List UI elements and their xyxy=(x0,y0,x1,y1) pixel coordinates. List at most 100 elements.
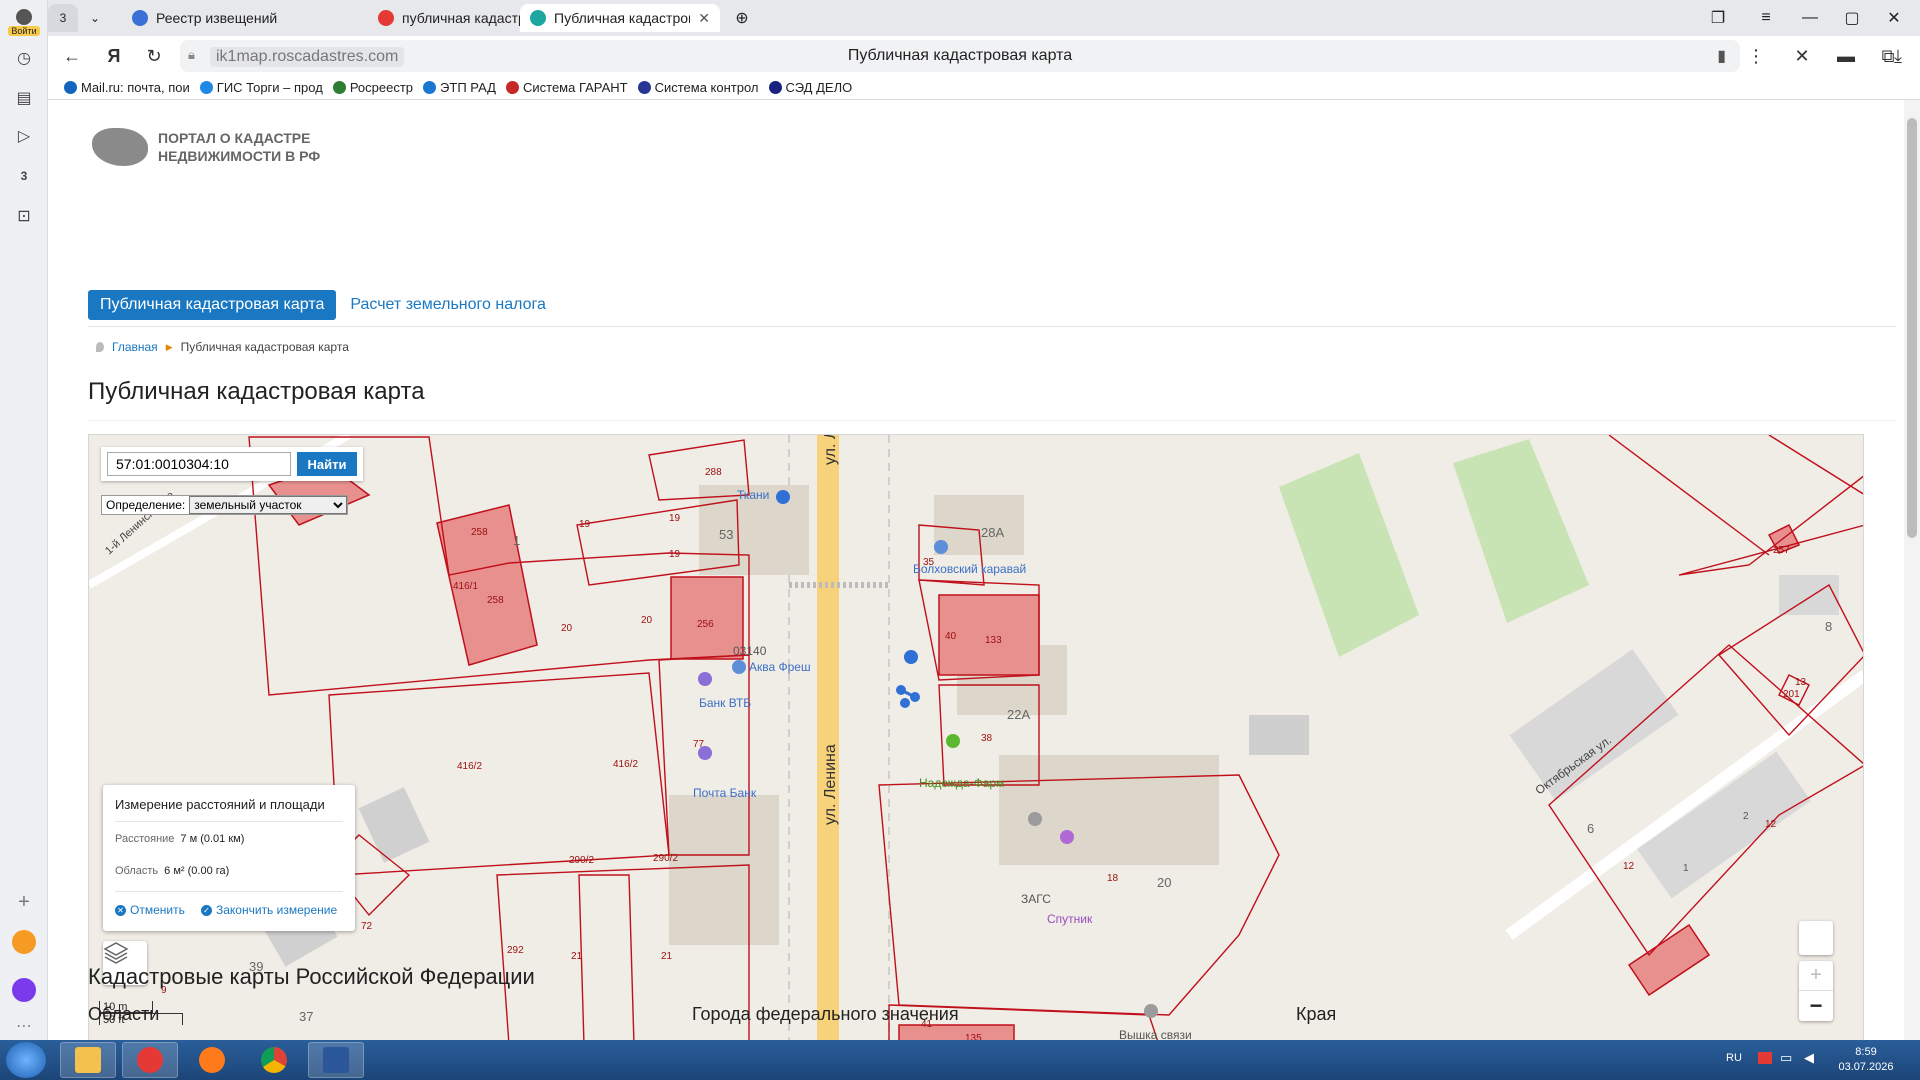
bookmark-icon[interactable]: ▮ xyxy=(1717,46,1726,66)
yandex-icon[interactable]: Я xyxy=(100,42,128,70)
parcel-number: 20 xyxy=(561,623,573,634)
parcel[interactable] xyxy=(1627,923,1711,997)
zen-icon[interactable] xyxy=(12,930,36,954)
nav-divider xyxy=(88,326,1896,327)
protect-icon[interactable]: ▬ xyxy=(1832,42,1860,70)
taskbar-chrome[interactable] xyxy=(246,1042,302,1078)
maximize-button[interactable]: ▢ xyxy=(1834,4,1870,32)
taskbar-word[interactable] xyxy=(308,1042,364,1078)
alice-icon[interactable] xyxy=(12,978,36,1002)
shop-icon[interactable] xyxy=(732,660,746,674)
column-title-regions: Области xyxy=(88,1004,160,1024)
object-type-select[interactable]: земельный участок xyxy=(189,496,348,514)
download-icon[interactable]: ⤓ xyxy=(1884,42,1912,70)
cancel-measure-button[interactable]: ✕ Отменить xyxy=(115,903,185,917)
bus-stop-icon[interactable] xyxy=(776,490,790,504)
taskbar-explorer[interactable] xyxy=(60,1042,116,1078)
parcel-number: 2 xyxy=(1743,811,1749,822)
site-logo[interactable]: ПОРТАЛ О КАДАСТРЕ НЕДВИЖИМОСТИ В РФ xyxy=(92,128,348,166)
area-value: 6 м² (0.00 га) xyxy=(164,865,230,877)
nav-tab-cadastral-map[interactable]: Публичная кадастровая карта xyxy=(88,290,337,320)
measure-marker[interactable] xyxy=(896,685,920,708)
page-scrollbar[interactable] xyxy=(1904,100,1920,1040)
government-icon[interactable] xyxy=(1028,812,1042,826)
poi-label[interactable]: Аква Фреш xyxy=(749,660,811,674)
language-indicator[interactable]: RU xyxy=(1726,1052,1742,1064)
bookmark-control-system[interactable]: Система контрол xyxy=(637,80,759,95)
bookmark-rosreestr[interactable]: Росреестр xyxy=(332,80,413,95)
bus-stop-icon[interactable] xyxy=(904,650,918,664)
column-title-federal-cities: Города федерального значения xyxy=(692,1004,959,1024)
more-icon[interactable]: ⋯ xyxy=(10,1012,38,1040)
poi-label[interactable]: Надежда-Фарм xyxy=(919,776,1004,790)
video-icon[interactable]: ▷ xyxy=(10,122,38,150)
address-bar[interactable]: 🔒︎ ik1map.roscadastres.com Публичная кад… xyxy=(180,40,1740,72)
cadastral-number-input[interactable] xyxy=(107,452,291,476)
history-icon[interactable]: ◷ xyxy=(10,44,38,72)
login-button[interactable]: Войти xyxy=(6,6,42,38)
bookmark-gis-torgi[interactable]: ГИС Торги – прод xyxy=(199,80,323,95)
scrollbar-thumb[interactable] xyxy=(1907,118,1917,538)
pharmacy-icon[interactable] xyxy=(946,734,960,748)
back-icon[interactable]: ← xyxy=(58,42,86,70)
parcel-135[interactable] xyxy=(898,1024,1015,1040)
cadastral-map[interactable]: ул. Ле ул. Ленина Октябрьская ул. 1-й Ле… xyxy=(88,434,1864,1040)
taskbar-firefox[interactable] xyxy=(184,1042,240,1078)
poi-label[interactable]: Спутник xyxy=(1047,912,1093,926)
finish-measure-button[interactable]: ✓ Закончить измерение xyxy=(201,903,337,917)
map-canvas[interactable]: ул. Ле ул. Ленина Октябрьская ул. 1-й Ле… xyxy=(89,435,1864,1040)
cinema-icon[interactable] xyxy=(1060,830,1074,844)
add-panel-icon[interactable]: + xyxy=(10,888,38,916)
tower-icon[interactable] xyxy=(1144,1004,1158,1018)
poi-label[interactable]: Банк ВТБ xyxy=(699,696,751,710)
gis-torgi-icon xyxy=(199,81,213,94)
close-tab-icon[interactable]: ✕ xyxy=(698,10,710,27)
network-icon[interactable]: ▭ xyxy=(1780,1050,1792,1066)
bookmarks-panel-icon[interactable]: ❐ xyxy=(1700,4,1736,32)
nav-tab-land-tax[interactable]: Расчет земельного налога xyxy=(350,296,546,314)
feed-icon[interactable]: ▤ xyxy=(10,84,38,112)
close-window-button[interactable]: ✕ xyxy=(1876,4,1912,32)
russia-map-icon xyxy=(92,128,148,166)
address-bar-row: ← Я ↻ 🔒︎ ik1map.roscadastres.com Публичн… xyxy=(48,36,1920,76)
parcel-number: 416/1 xyxy=(453,581,478,592)
breadcrumb-home[interactable]: Главная xyxy=(112,340,158,354)
extension-icon[interactable]: ✕ xyxy=(1788,42,1816,70)
poi-label[interactable]: Почта Банк xyxy=(693,786,757,800)
tray-app-icon[interactable] xyxy=(1758,1052,1772,1064)
bookmark-garant[interactable]: Система ГАРАНТ xyxy=(505,80,628,95)
more-vertical-icon[interactable]: ⋮ xyxy=(1742,42,1770,70)
parcel-number: 19 xyxy=(669,549,681,560)
title-divider xyxy=(88,420,1896,421)
clock[interactable]: 8:59 03.07.2026 xyxy=(1836,1045,1896,1075)
volume-icon[interactable]: ◀ xyxy=(1804,1050,1814,1066)
parcel-number: 290/2 xyxy=(569,855,594,866)
bookmark-mailru[interactable]: Mail.ru: почта, пои xyxy=(64,80,190,95)
start-button[interactable] xyxy=(6,1042,46,1078)
shop-icon[interactable] xyxy=(934,540,948,554)
zoom-out-button[interactable]: − xyxy=(1799,991,1833,1021)
bank-icon[interactable] xyxy=(698,672,712,686)
zoom-in-button[interactable]: + xyxy=(1799,961,1833,991)
reload-icon[interactable]: ↻ xyxy=(140,42,168,70)
screenshot-icon[interactable]: ⊡ xyxy=(10,202,38,230)
measurement-title: Измерение расстояний и площади xyxy=(115,797,325,812)
tab-counter[interactable]: 3 xyxy=(48,4,78,32)
tab-cadastral-map[interactable]: Публичная кадастровая ✕ xyxy=(520,4,720,32)
bookmark-sed-delo[interactable]: СЭД ДЕЛО xyxy=(768,80,852,95)
fullscreen-button[interactable] xyxy=(1799,921,1833,955)
counter-icon[interactable]: 3 xyxy=(10,162,38,190)
bookmark-etp-rad[interactable]: ЭТП РАД xyxy=(423,80,496,95)
poi-label[interactable]: Ткани xyxy=(737,488,769,502)
tab-registry[interactable]: Реестр извещений xyxy=(122,4,362,32)
parcel-number: 35 xyxy=(923,557,935,568)
poi-label[interactable]: Вышка связи xyxy=(1119,1028,1192,1040)
cancel-icon: ✕ xyxy=(115,904,126,916)
tab-list-chevron-icon[interactable]: ⌄ xyxy=(82,4,108,32)
new-tab-button[interactable]: ⊕ xyxy=(724,4,760,32)
minimize-button[interactable]: — xyxy=(1792,4,1828,32)
find-button[interactable]: Найти xyxy=(297,452,357,476)
menu-icon[interactable]: ≡ xyxy=(1748,4,1784,32)
taskbar-yandex[interactable] xyxy=(122,1042,178,1078)
poi-label[interactable]: ЗАГС xyxy=(1021,892,1051,906)
